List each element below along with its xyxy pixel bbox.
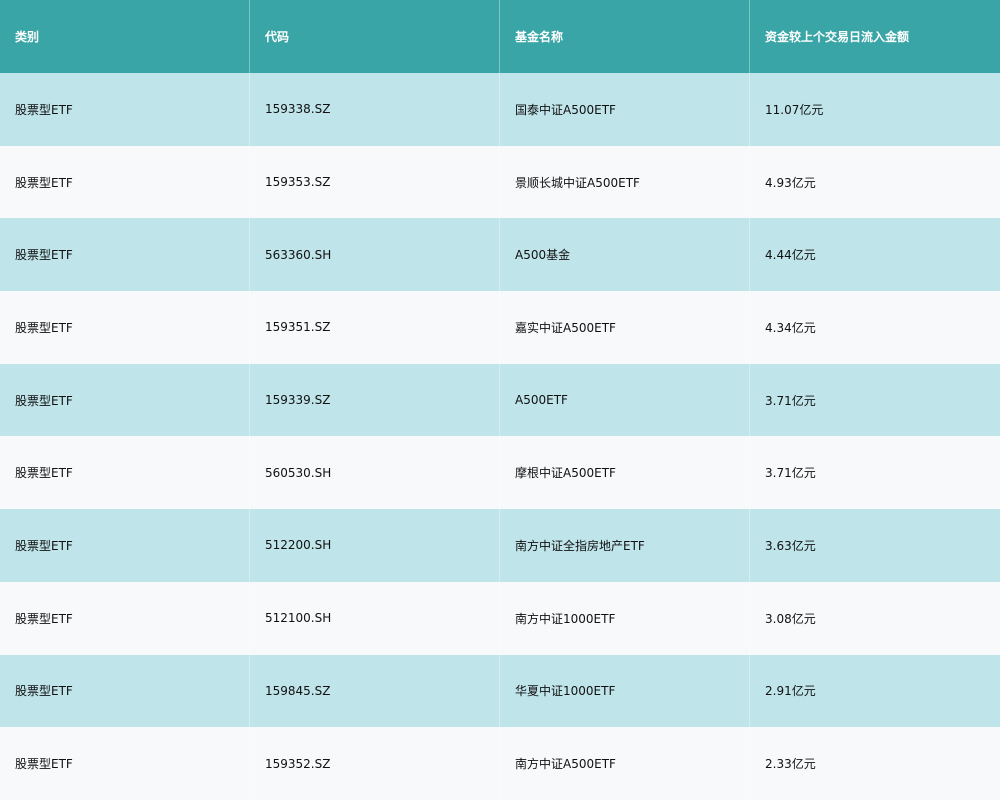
cell-code: 159351.SZ (250, 291, 500, 364)
cell-category: 股票型ETF (0, 363, 250, 437)
etf-inflow-table: 类别 代码 基金名称 资金较上个交易日流入金额 股票型ETF 159338.SZ… (0, 0, 1000, 800)
cell-code: 512200.SH (250, 509, 500, 582)
cell-category: 股票型ETF (0, 727, 250, 800)
cell-fund-name: 摩根中证A500ETF (500, 436, 750, 510)
cell-fund-name: 华夏中证1000ETF (500, 654, 750, 728)
cell-fund-name: A500基金 (500, 218, 750, 292)
cell-fund-name: 南方中证1000ETF (500, 581, 750, 655)
cell-fund-name: 景顺长城中证A500ETF (500, 145, 750, 219)
cell-fund-name: 嘉实中证A500ETF (500, 291, 750, 364)
table-row: 股票型ETF 563360.SH A500基金 4.44亿元 (0, 218, 1000, 292)
table-row: 股票型ETF 159352.SZ 南方中证A500ETF 2.33亿元 (0, 727, 1000, 800)
table-row: 股票型ETF 159351.SZ 嘉实中证A500ETF 4.34亿元 (0, 291, 1000, 364)
header-inflow: 资金较上个交易日流入金额 (765, 30, 910, 44)
cell-fund-name: 南方中证全指房地产ETF (500, 509, 750, 582)
cell-code: 563360.SH (250, 218, 500, 292)
cell-category: 股票型ETF (0, 218, 250, 292)
cell-inflow: 3.71亿元 (765, 393, 816, 408)
cell-inflow: 11.07亿元 (765, 102, 824, 117)
cell-category: 股票型ETF (0, 436, 250, 510)
cell-inflow: 2.91亿元 (765, 684, 816, 699)
table-row: 股票型ETF 159845.SZ 华夏中证1000ETF 2.91亿元 (0, 654, 1000, 728)
cell-inflow: 4.34亿元 (765, 320, 816, 335)
cell-inflow: 4.93亿元 (765, 175, 816, 190)
cell-fund-name: 国泰中证A500ETF (500, 73, 750, 146)
cell-code: 560530.SH (250, 436, 500, 510)
table-row: 股票型ETF 512200.SH 南方中证全指房地产ETF 3.63亿元 (0, 509, 1000, 582)
cell-inflow: 2.33亿元 (765, 757, 816, 772)
cell-category: 股票型ETF (0, 654, 250, 728)
cell-code: 159338.SZ (250, 73, 500, 146)
table-row: 股票型ETF 159353.SZ 景顺长城中证A500ETF 4.93亿元 (0, 145, 1000, 219)
cell-code: 159352.SZ (250, 727, 500, 800)
header-code: 代码 (250, 0, 500, 73)
table-header: 类别 代码 基金名称 资金较上个交易日流入金额 (0, 0, 1000, 73)
header-category: 类别 (0, 0, 250, 73)
table-row: 股票型ETF 159338.SZ 国泰中证A500ETF 11.07亿元 (0, 73, 1000, 146)
table-row: 股票型ETF 512100.SH 南方中证1000ETF 3.08亿元 (0, 581, 1000, 655)
cell-fund-name: 南方中证A500ETF (500, 727, 750, 800)
cell-category: 股票型ETF (0, 291, 250, 364)
cell-code: 159339.SZ (250, 363, 500, 437)
cell-inflow: 3.63亿元 (765, 538, 816, 553)
cell-inflow: 4.44亿元 (765, 248, 816, 263)
cell-inflow: 3.71亿元 (765, 466, 816, 481)
cell-fund-name: A500ETF (500, 363, 750, 437)
table-row: 股票型ETF 560530.SH 摩根中证A500ETF 3.71亿元 (0, 436, 1000, 510)
cell-category: 股票型ETF (0, 145, 250, 219)
header-fund-name: 基金名称 (500, 0, 750, 73)
cell-category: 股票型ETF (0, 581, 250, 655)
cell-code: 159353.SZ (250, 145, 500, 219)
cell-category: 股票型ETF (0, 73, 250, 146)
cell-code: 512100.SH (250, 581, 500, 655)
cell-category: 股票型ETF (0, 509, 250, 582)
table-row: 股票型ETF 159339.SZ A500ETF 3.71亿元 (0, 363, 1000, 437)
cell-inflow: 3.08亿元 (765, 611, 816, 626)
cell-code: 159845.SZ (250, 654, 500, 728)
